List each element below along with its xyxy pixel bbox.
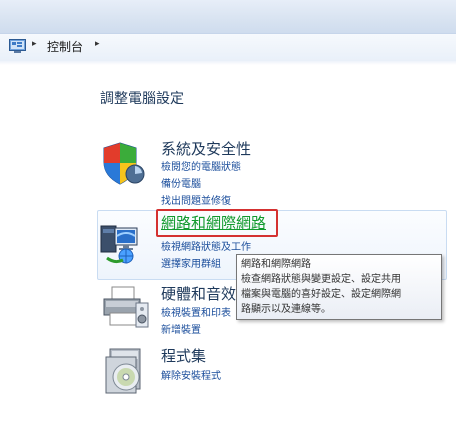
printer-icon — [103, 286, 149, 328]
category-title-system-security[interactable]: 系統及安全性 — [161, 138, 251, 159]
link-view-devices-printers[interactable]: 檢視裝置和印表 — [161, 304, 231, 319]
category-title-programs[interactable]: 程式集 — [161, 345, 206, 366]
network-icon — [100, 225, 138, 264]
tooltip-line: 檔案與電腦的喜好設定、設定網際網 — [241, 289, 401, 300]
tooltip-title: 網路和網際網路 — [241, 259, 311, 270]
link-add-device[interactable]: 新增裝置 — [161, 321, 201, 336]
category-title-hardware-sound[interactable]: 硬體和音效 — [161, 283, 236, 304]
breadcrumb-control-panel[interactable]: 控制台 — [47, 38, 83, 55]
programs-icon — [105, 348, 141, 394]
category-title-network-internet[interactable]: 網路和網際網路 — [161, 212, 266, 233]
tooltip-line: 檢查網路狀態與變更設定、設定共用 — [241, 274, 401, 285]
link-view-network-status[interactable]: 檢視網路狀態及工作 — [161, 238, 251, 253]
link-choose-homegroup[interactable]: 選擇家用群組 — [161, 255, 221, 270]
tooltip-line: 路顯示以及連線等。 — [241, 304, 331, 315]
title-bar — [0, 0, 456, 33]
link-review-computer-status[interactable]: 檢閱您的電腦狀態 — [161, 158, 241, 173]
tooltip-network-internet: 網路和網際網路 檢查網路狀態與變更設定、設定共用 檔案與電腦的喜好設定、設定網際… — [236, 254, 442, 320]
breadcrumb-chevron[interactable]: ▸ — [95, 39, 100, 49]
link-uninstall-program[interactable]: 解除安裝程式 — [161, 367, 221, 382]
address-bar[interactable]: ▸ 控制台 ▸ — [0, 33, 456, 62]
link-find-fix-problems[interactable]: 找出問題並修復 — [161, 192, 231, 207]
breadcrumb-separator[interactable]: ▸ — [32, 39, 37, 49]
header-band — [0, 61, 456, 65]
page-title: 調整電腦設定 — [100, 91, 184, 107]
control-panel-icon — [9, 39, 26, 53]
link-backup-computer[interactable]: 備份電腦 — [161, 175, 201, 190]
shield-icon — [103, 142, 145, 185]
